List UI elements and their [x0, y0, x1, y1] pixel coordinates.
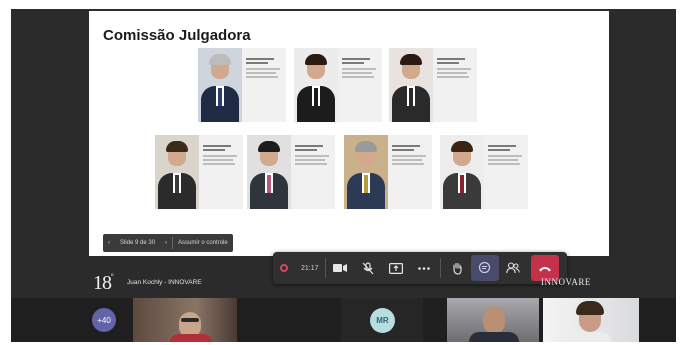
share-screen-button[interactable]	[382, 252, 410, 284]
chat-icon	[478, 262, 491, 274]
jury-member-photo	[294, 48, 338, 122]
participant-gallery: +40 MR	[11, 298, 676, 342]
event-logo: 18º	[93, 272, 114, 295]
share-screen-icon	[388, 262, 403, 274]
jury-member-caption	[203, 145, 239, 167]
logo-number: 18	[93, 272, 112, 294]
jury-member-caption	[342, 58, 378, 80]
jury-member-photo	[389, 48, 433, 122]
camera-button[interactable]	[326, 252, 354, 284]
shared-slide: Comissão Julgadora ‹ Slide 9 de 30 › Ass…	[89, 11, 609, 256]
participants-button[interactable]	[499, 252, 527, 284]
brand-name: INNOVARE	[541, 277, 591, 287]
brand-logo: INNOVARE	[541, 277, 591, 287]
next-slide-button[interactable]: ›	[160, 240, 172, 246]
jury-member-card	[389, 48, 477, 122]
jury-member-card	[294, 48, 382, 122]
participant-video-tile[interactable]	[447, 298, 539, 342]
toolbar-divider	[439, 258, 441, 278]
raise-hand-button[interactable]	[443, 252, 471, 284]
jury-member-card	[155, 135, 243, 209]
mic-off-icon	[362, 261, 373, 274]
mic-button[interactable]	[354, 252, 382, 284]
participant-video-tile[interactable]	[543, 298, 639, 342]
jury-member-caption	[392, 145, 428, 167]
jury-member-caption	[246, 58, 282, 80]
jury-member-photo	[247, 135, 291, 209]
jury-member-caption	[488, 145, 524, 167]
jury-member-photo	[344, 135, 388, 209]
participants-icon	[505, 262, 520, 274]
stream-banner: 18º Juan Kochly - INNOVARE	[93, 272, 293, 298]
meeting-timer: 21:17	[301, 264, 319, 272]
jury-member-caption	[295, 145, 331, 167]
teams-meeting-window: Comissão Julgadora ‹ Slide 9 de 30 › Ass…	[11, 9, 676, 342]
speaker-name: Juan Kochly - INNOVARE	[127, 279, 202, 286]
chat-button[interactable]	[470, 255, 499, 281]
slide-title: Comissão Julgadora	[103, 27, 251, 44]
logo-suffix: º	[111, 272, 114, 281]
slide-navigation: ‹ Slide 9 de 30 › Assumir o controle	[103, 234, 233, 252]
take-control-button[interactable]: Assumir o controle	[173, 240, 233, 246]
participant-avatar: MR	[370, 308, 395, 333]
jury-member-caption	[437, 58, 473, 80]
more-icon	[417, 266, 430, 270]
jury-member-card	[344, 135, 432, 209]
more-actions-button[interactable]	[410, 252, 438, 284]
jury-member-photo	[155, 135, 199, 209]
hang-up-icon	[538, 266, 551, 271]
slide-counter: Slide 9 de 30	[120, 240, 156, 246]
jury-member-photo	[440, 135, 484, 209]
jury-member-card	[247, 135, 335, 209]
participant-video-tile[interactable]	[133, 298, 237, 342]
jury-member-photo	[198, 48, 242, 122]
more-participants-badge[interactable]: +40	[92, 308, 116, 332]
meeting-controls: 21:17	[273, 252, 567, 284]
jury-member-card	[198, 48, 286, 122]
jury-member-card	[440, 135, 528, 209]
prev-slide-button[interactable]: ‹	[103, 240, 115, 246]
raise-hand-icon	[452, 262, 462, 275]
recording-dot-icon	[280, 264, 288, 272]
camera-icon	[332, 264, 347, 272]
